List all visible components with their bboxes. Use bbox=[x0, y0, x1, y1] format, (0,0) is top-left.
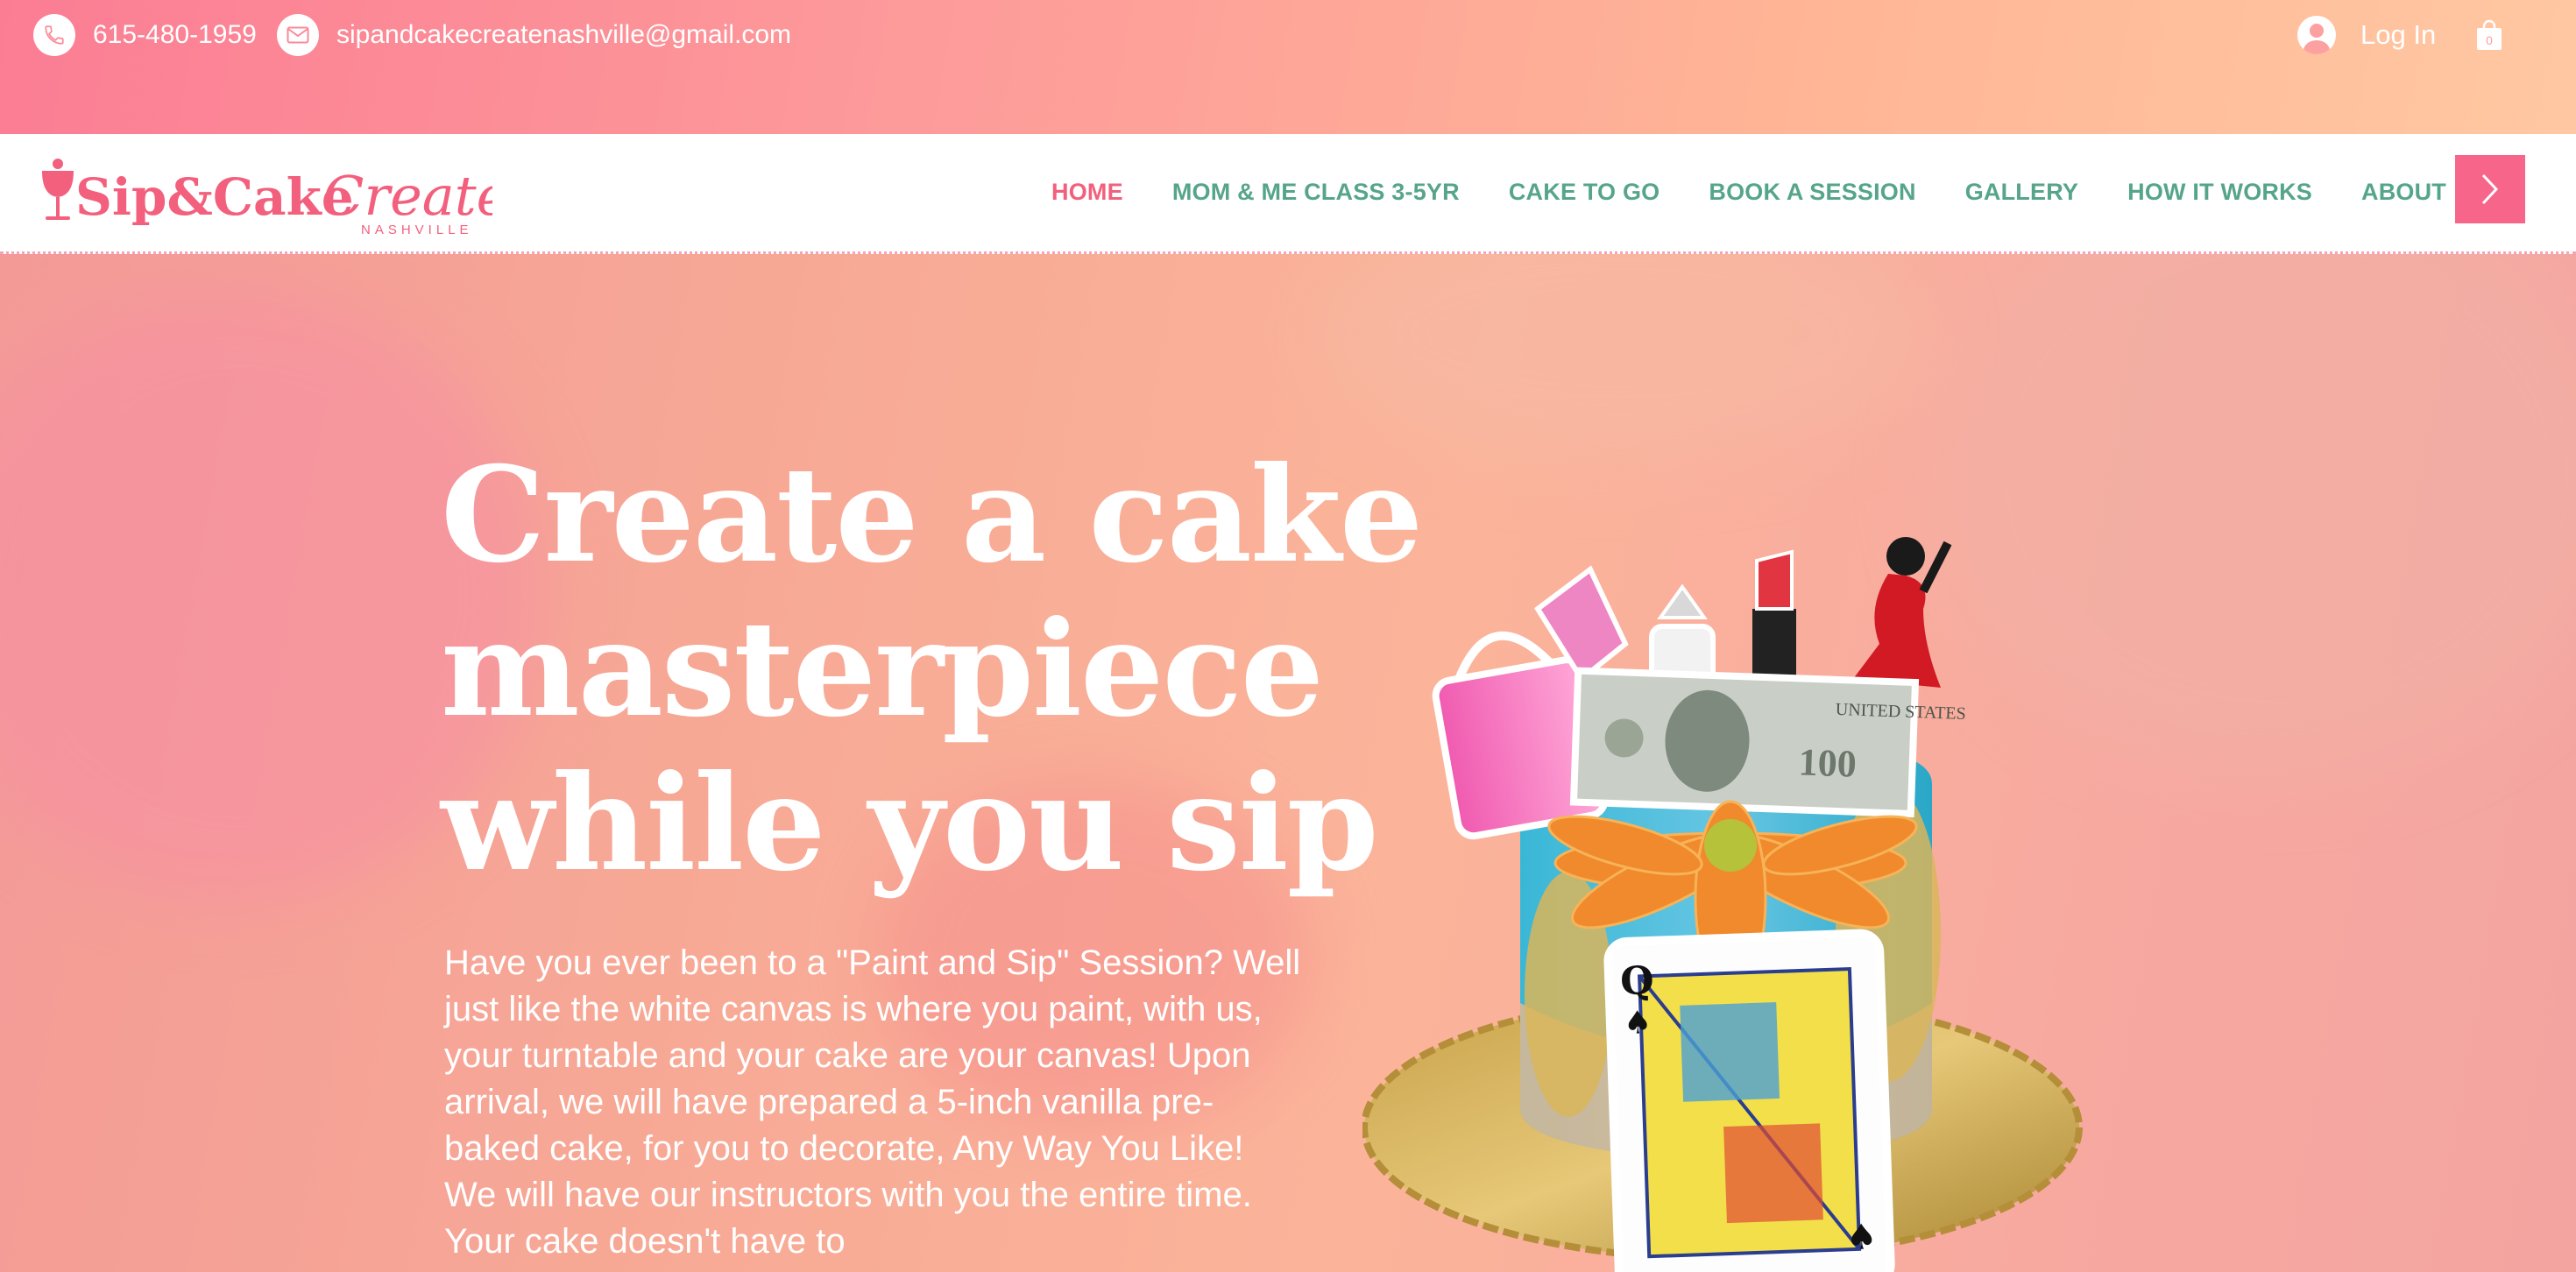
headline-line: while you sip bbox=[441, 746, 1379, 901]
shopping-bag-icon[interactable]: 0 bbox=[2476, 19, 2502, 51]
nav-home[interactable]: HOME bbox=[1051, 179, 1123, 206]
phone-contact[interactable]: 615-480-1959 bbox=[33, 13, 257, 57]
svg-text:♠: ♠ bbox=[1845, 1217, 1878, 1258]
headline-line: Create a cake bbox=[441, 438, 1423, 592]
wine-glass-icon bbox=[42, 159, 74, 220]
main-navbar: Sip&Cake Create NASHVILLE HOME MOM & ME … bbox=[0, 134, 2576, 254]
email-contact[interactable]: sipandcakecreatenashville@gmail.com bbox=[277, 13, 791, 57]
main-menu: HOME MOM & ME CLASS 3-5YR CAKE TO GO BOO… bbox=[1051, 134, 2446, 251]
phone-icon bbox=[33, 14, 75, 56]
site-logo[interactable]: Sip&Cake Create NASHVILLE bbox=[37, 152, 508, 239]
chevron-right-icon bbox=[2481, 173, 2499, 205]
phone-number: 615-480-1959 bbox=[93, 20, 257, 49]
top-contact-bar: 615-480-1959 sipandcakecreatenashville@g… bbox=[0, 0, 2576, 134]
headline-line: masterpiece bbox=[441, 592, 1324, 746]
cart-count: 0 bbox=[2486, 33, 2493, 47]
svg-text:NASHVILLE: NASHVILLE bbox=[361, 223, 473, 237]
hero-description: Have you ever been to a "Paint and Sip" … bbox=[444, 943, 1301, 1261]
mail-icon bbox=[277, 14, 319, 56]
login-label: Log In bbox=[2360, 19, 2437, 50]
nav-mom-and-me[interactable]: MOM & ME CLASS 3-5YR bbox=[1172, 179, 1460, 206]
user-avatar-icon bbox=[2297, 16, 2336, 54]
svg-text:100: 100 bbox=[1798, 740, 1858, 785]
nav-book-a-session[interactable]: BOOK A SESSION bbox=[1709, 179, 1915, 206]
svg-text:Sip&Cake: Sip&Cake bbox=[75, 167, 354, 227]
card-rank: Q bbox=[1619, 958, 1654, 1004]
nav-gallery[interactable]: GALLERY bbox=[1965, 179, 2078, 206]
nav-cake-to-go[interactable]: CAKE TO GO bbox=[1509, 179, 1660, 206]
cake-image: UNITED STATES 100 Q ♠ ♠ bbox=[1362, 537, 2083, 1272]
logo-graphic: Sip&Cake Create NASHVILLE bbox=[42, 159, 508, 237]
email-address: sipandcakecreatenashville@gmail.com bbox=[336, 20, 792, 49]
nav-how-it-works[interactable]: HOW IT WORKS bbox=[2127, 179, 2312, 206]
nav-about[interactable]: ABOUT bbox=[2361, 179, 2446, 206]
login-button[interactable]: Log In bbox=[2297, 13, 2436, 57]
hero-section: Create a cake masterpiece while you sip … bbox=[0, 254, 2576, 1272]
hero-headline: Create a cake masterpiece while you sip bbox=[441, 438, 1423, 901]
menu-scroll-next-button[interactable] bbox=[2455, 155, 2525, 223]
svg-text:Create: Create bbox=[322, 164, 492, 228]
svg-text:♠: ♠ bbox=[1623, 1005, 1652, 1042]
